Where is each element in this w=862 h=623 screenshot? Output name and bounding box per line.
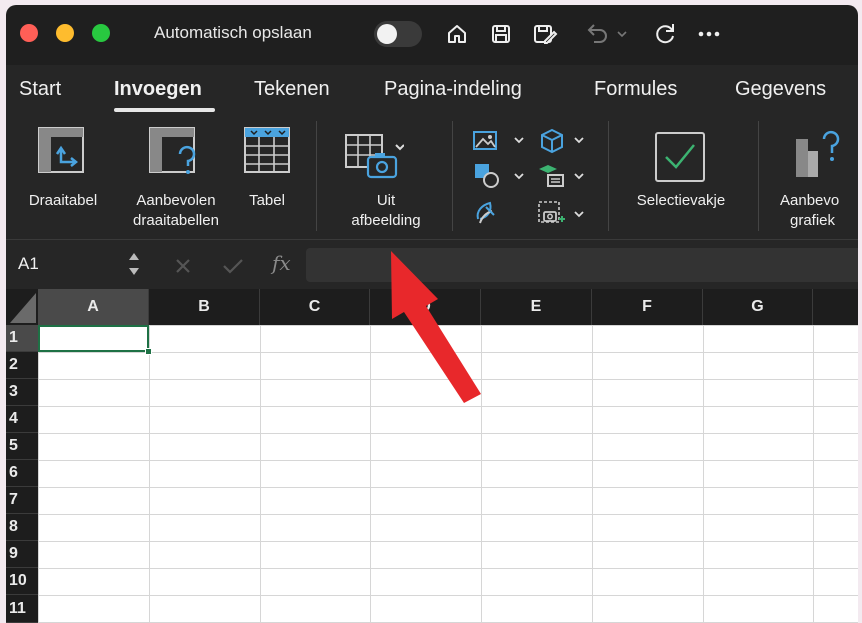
undo-dropdown-chevron-icon[interactable] bbox=[614, 19, 630, 49]
row-header-3[interactable]: 3 bbox=[6, 379, 38, 406]
column-header-e[interactable]: E bbox=[481, 289, 592, 325]
from-picture-label-line1: Uit bbox=[376, 192, 396, 209]
autosave-label: Automatisch opslaan bbox=[154, 23, 312, 42]
pivot-table-button[interactable]: Draaitabel bbox=[19, 191, 107, 211]
table-from-picture-icon[interactable] bbox=[344, 133, 405, 186]
row-header-10[interactable]: 10 bbox=[6, 568, 38, 595]
column-header-g[interactable]: G bbox=[703, 289, 813, 325]
row-header-6[interactable]: 6 bbox=[6, 460, 38, 487]
undo-icon[interactable] bbox=[582, 19, 612, 49]
column-header-f[interactable]: F bbox=[592, 289, 703, 325]
row-header-1[interactable]: 1 bbox=[6, 325, 38, 352]
shapes-dropdown-chevron-icon[interactable] bbox=[514, 171, 524, 183]
save-as-icon[interactable] bbox=[530, 19, 560, 49]
select-all-triangle-icon bbox=[10, 293, 36, 323]
ribbon-tabs: Start Invoegen Tekenen Pagina-indeling F… bbox=[6, 65, 858, 115]
tab-gegevens[interactable]: Gegevens bbox=[735, 78, 826, 101]
insert-function-icon[interactable]: fx bbox=[272, 251, 291, 275]
from-picture-label-line2: afbeelding bbox=[351, 212, 421, 229]
ribbon-separator bbox=[452, 121, 453, 231]
ribbon-separator bbox=[758, 121, 759, 231]
ribbon: Draaitabel Aanbevolen draaitabellen Tabe… bbox=[6, 115, 858, 239]
home-icon[interactable] bbox=[442, 19, 472, 49]
checkbox-icon[interactable] bbox=[654, 131, 706, 188]
pivot-table-icon[interactable] bbox=[37, 126, 85, 179]
row-header-5[interactable]: 5 bbox=[6, 433, 38, 460]
zoom-window-button[interactable] bbox=[92, 24, 110, 42]
checkbox-button[interactable]: Selectievakje bbox=[619, 191, 743, 211]
name-box[interactable]: A1 bbox=[14, 246, 140, 282]
save-icon[interactable] bbox=[486, 19, 516, 49]
table-button[interactable]: Tabel bbox=[234, 191, 300, 211]
toggle-knob bbox=[377, 24, 397, 44]
more-icon[interactable] bbox=[694, 19, 724, 49]
recommended-charts-icon[interactable] bbox=[794, 125, 854, 186]
name-box-stepper-icon[interactable] bbox=[128, 250, 140, 283]
row-header-4[interactable]: 4 bbox=[6, 406, 38, 433]
smartart-icon[interactable] bbox=[536, 163, 566, 194]
3d-models-icon[interactable] bbox=[538, 127, 566, 160]
row-header-8[interactable]: 8 bbox=[6, 514, 38, 541]
formula-bar: A1 fx bbox=[6, 239, 858, 289]
excel-window: Automatisch opslaan Start Invoegen Teken… bbox=[6, 5, 858, 623]
confirm-formula-icon[interactable] bbox=[222, 257, 244, 280]
active-tab-indicator bbox=[114, 108, 215, 112]
pictures-icon[interactable] bbox=[472, 129, 502, 158]
ribbon-separator bbox=[316, 121, 317, 231]
active-cell-a1[interactable] bbox=[38, 325, 149, 352]
recommended-charts-button[interactable]: Aanbevo grafiek bbox=[774, 191, 858, 231]
cancel-formula-icon[interactable] bbox=[174, 257, 192, 280]
column-header-a[interactable]: A bbox=[38, 289, 149, 325]
recommended-pivot-label-line2: draaitabellen bbox=[133, 212, 219, 229]
autosave-toggle[interactable] bbox=[374, 21, 422, 47]
recommended-pivot-tables-button[interactable]: Aanbevolen draaitabellen bbox=[120, 191, 232, 231]
recommended-pivot-label-line1: Aanbevolen bbox=[136, 192, 216, 209]
recommended-charts-label-line1: Aanbevo bbox=[780, 192, 840, 209]
screenshot-icon[interactable] bbox=[536, 199, 566, 232]
minimize-window-button[interactable] bbox=[56, 24, 74, 42]
tab-pagina-indeling[interactable]: Pagina-indeling bbox=[384, 78, 522, 101]
recommended-charts-label-line2: grafiek bbox=[790, 212, 836, 229]
column-header-d[interactable]: D bbox=[370, 289, 481, 325]
column-header-b[interactable]: B bbox=[149, 289, 260, 325]
formula-input[interactable] bbox=[306, 248, 858, 282]
pictures-dropdown-chevron-icon[interactable] bbox=[514, 135, 524, 147]
title-bar: Automatisch opslaan bbox=[6, 5, 858, 65]
shapes-icon[interactable] bbox=[472, 161, 502, 194]
close-window-button[interactable] bbox=[20, 24, 38, 42]
column-header-h[interactable] bbox=[813, 289, 858, 325]
from-picture-button[interactable]: Uit afbeelding bbox=[330, 191, 442, 231]
tab-start[interactable]: Start bbox=[19, 78, 61, 101]
table-icon[interactable] bbox=[243, 126, 291, 179]
3d-models-dropdown-chevron-icon[interactable] bbox=[574, 135, 584, 147]
screenshot-dropdown-chevron-icon[interactable] bbox=[574, 209, 584, 221]
column-header-c[interactable]: C bbox=[260, 289, 370, 325]
row-header-9[interactable]: 9 bbox=[6, 541, 38, 568]
row-header-7[interactable]: 7 bbox=[6, 487, 38, 514]
tab-tekenen[interactable]: Tekenen bbox=[254, 78, 330, 101]
ribbon-separator bbox=[608, 121, 609, 231]
tab-invoegen[interactable]: Invoegen bbox=[114, 78, 202, 101]
spreadsheet-grid[interactable]: A B C D E F G 1 2 3 4 5 6 7 8 9 10 11 bbox=[6, 289, 858, 623]
recommended-pivot-tables-icon[interactable] bbox=[148, 126, 204, 181]
row-header-11[interactable]: 11 bbox=[6, 595, 38, 623]
tab-formules[interactable]: Formules bbox=[594, 78, 677, 101]
icons-icon[interactable] bbox=[472, 199, 502, 232]
smartart-dropdown-chevron-icon[interactable] bbox=[574, 171, 584, 183]
redo-icon[interactable] bbox=[650, 19, 680, 49]
row-header-2[interactable]: 2 bbox=[6, 352, 38, 379]
select-all-corner[interactable] bbox=[6, 289, 38, 325]
fill-handle[interactable] bbox=[145, 348, 152, 355]
